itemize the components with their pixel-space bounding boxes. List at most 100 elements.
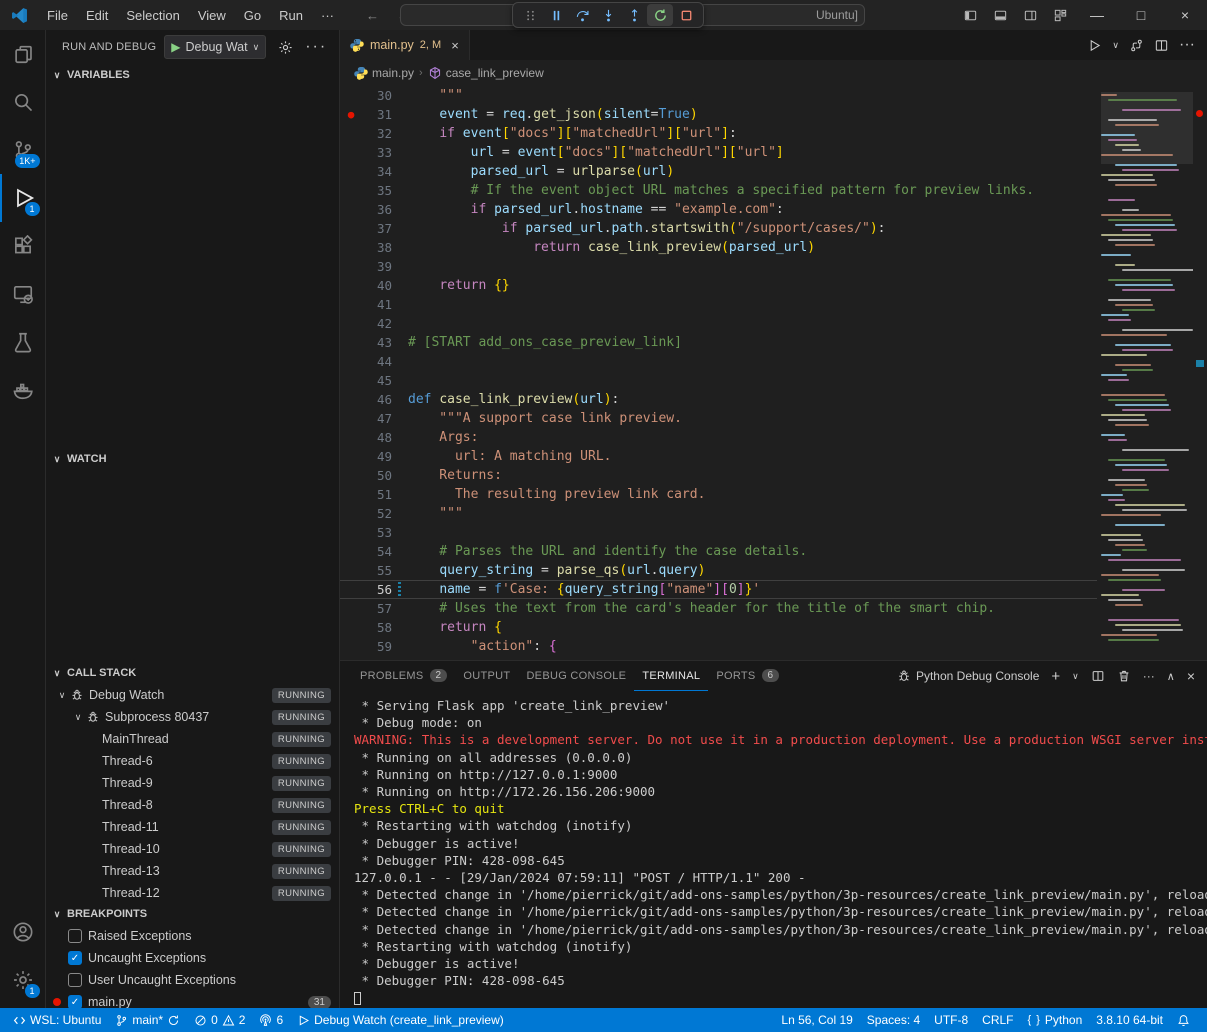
watch-header[interactable]: ∨WATCH: [46, 448, 339, 470]
call-stack-row[interactable]: ∨ Subprocess 80437 RUNNING: [46, 706, 339, 728]
status-forwarded-ports[interactable]: 6: [252, 1008, 290, 1032]
menu-go[interactable]: Go: [235, 8, 270, 23]
panel-tab-problems[interactable]: PROBLEMS 2: [352, 661, 455, 691]
breakpoint-checkbox[interactable]: ✓: [68, 995, 82, 1008]
status-encoding[interactable]: UTF-8: [927, 1008, 975, 1032]
status-python-version[interactable]: 3.8.10 64-bit: [1089, 1008, 1170, 1032]
activity-settings[interactable]: 1: [0, 956, 46, 1004]
menu-view[interactable]: View: [189, 8, 235, 23]
code-line-53[interactable]: 53: [340, 523, 1097, 542]
more-actions-icon[interactable]: ···: [305, 38, 327, 56]
code-line-55[interactable]: 55 query_string = parse_qs(url.query): [340, 561, 1097, 580]
activity-testing[interactable]: [0, 318, 46, 366]
terminal-instance[interactable]: Python Debug Console: [897, 669, 1039, 683]
code-line-56[interactable]: 56 name = f'Case: {query_string["name"][…: [340, 580, 1097, 599]
toggle-panel-icon[interactable]: [985, 0, 1015, 30]
panel-tab-terminal[interactable]: TERMINAL: [634, 661, 708, 691]
breadcrumb-item[interactable]: main.py: [354, 66, 414, 80]
call-stack-row[interactable]: Thread-6 RUNNING: [46, 750, 339, 772]
tab-main-py[interactable]: main.py 2, M ×: [340, 30, 470, 60]
status-notifications[interactable]: [1170, 1008, 1201, 1032]
terminal-output[interactable]: * Serving Flask app 'create_link_preview…: [340, 691, 1207, 1008]
call-stack-row[interactable]: Thread-11 RUNNING: [46, 816, 339, 838]
toggle-secondary-sidebar-icon[interactable]: [1015, 0, 1045, 30]
toggle-primary-sidebar-icon[interactable]: [955, 0, 985, 30]
menu-file[interactable]: File: [38, 8, 77, 23]
code-line-30[interactable]: 30 """: [340, 86, 1097, 105]
start-debug-icon[interactable]: ▶: [171, 40, 180, 54]
variables-header[interactable]: ∨VARIABLES: [46, 64, 339, 86]
launch-config-dropdown[interactable]: ▶ Debug Wat ∨: [164, 35, 266, 59]
minimap[interactable]: [1101, 86, 1193, 660]
code-line-52[interactable]: 52 """: [340, 504, 1097, 523]
code-line-50[interactable]: 50 Returns:: [340, 466, 1097, 485]
maximize-panel-icon[interactable]: ∧: [1167, 670, 1175, 683]
stop-button[interactable]: [673, 4, 699, 26]
activity-search[interactable]: [0, 78, 46, 126]
menu-selection[interactable]: Selection: [117, 8, 188, 23]
code-line-59[interactable]: 59 "action": {: [340, 637, 1097, 656]
editor-more-actions-icon[interactable]: ···: [1179, 36, 1195, 54]
activity-source-control[interactable]: 1K+: [0, 126, 46, 174]
activity-docker[interactable]: [0, 366, 46, 414]
run-python-file-icon[interactable]: [1087, 38, 1102, 53]
status-indentation[interactable]: Spaces: 4: [860, 1008, 927, 1032]
call-stack-header[interactable]: ∨CALL STACK: [46, 662, 339, 684]
code-line-33[interactable]: 33 url = event["docs"]["matchedUrl"]["ur…: [340, 143, 1097, 162]
open-changes-icon[interactable]: [1129, 38, 1144, 53]
code-line-44[interactable]: 44: [340, 352, 1097, 371]
activity-remote-explorer[interactable]: [0, 270, 46, 318]
menu-more[interactable]: ···: [312, 8, 343, 23]
breakpoint-row[interactable]: ✓ main.py 31: [46, 991, 339, 1008]
new-terminal-icon[interactable]: +: [1051, 668, 1060, 685]
panel-tab-output[interactable]: OUTPUT: [455, 661, 518, 691]
menu-run[interactable]: Run: [270, 8, 312, 23]
close-panel-icon[interactable]: ×: [1187, 668, 1195, 684]
nav-back-button[interactable]: ←: [357, 8, 388, 23]
code-line-42[interactable]: 42: [340, 314, 1097, 333]
status-language-mode[interactable]: { }Python: [1021, 1008, 1090, 1032]
status-remote-host[interactable]: WSL: Ubuntu: [6, 1008, 108, 1032]
call-stack-row[interactable]: ∨ Debug Watch RUNNING: [46, 684, 339, 706]
activity-extensions[interactable]: [0, 222, 46, 270]
code-line-58[interactable]: 58 return {: [340, 618, 1097, 637]
panel-tab-ports[interactable]: PORTS 6: [708, 661, 787, 691]
status-cursor-position[interactable]: Ln 56, Col 19: [774, 1008, 859, 1032]
code-line-36[interactable]: 36 if parsed_url.hostname == "example.co…: [340, 200, 1097, 219]
code-line-39[interactable]: 39: [340, 257, 1097, 276]
code-line-31[interactable]: ● 31 event = req.get_json(silent=True): [340, 105, 1097, 124]
menu-edit[interactable]: Edit: [77, 8, 117, 23]
breakpoint-checkbox[interactable]: [68, 929, 82, 943]
breadcrumb-item[interactable]: case_link_preview: [428, 66, 544, 80]
code-line-46[interactable]: 46 def case_link_preview(url):: [340, 390, 1097, 409]
step-into-button[interactable]: [595, 4, 621, 26]
maximize-button[interactable]: □: [1119, 0, 1163, 30]
code-line-40[interactable]: 40 return {}: [340, 276, 1097, 295]
status-git-branch[interactable]: main*: [108, 1008, 187, 1032]
code-line-32[interactable]: 32 if event["docs"]["matchedUrl"]["url"]…: [340, 124, 1097, 143]
kill-terminal-icon[interactable]: [1117, 669, 1131, 683]
breakpoint-checkbox[interactable]: ✓: [68, 951, 82, 965]
breakpoints-header[interactable]: ∨BREAKPOINTS: [46, 903, 339, 925]
split-editor-icon[interactable]: [1154, 38, 1169, 53]
breakpoint-dot-icon[interactable]: ●: [340, 108, 362, 121]
launch-profile-icon[interactable]: ∨: [1072, 671, 1079, 682]
customize-layout-icon[interactable]: [1045, 0, 1075, 30]
code-line-43[interactable]: 43 # [START add_ons_case_preview_link]: [340, 333, 1097, 352]
code-line-45[interactable]: 45: [340, 371, 1097, 390]
code-line-47[interactable]: 47 """A support case link preview.: [340, 409, 1097, 428]
activity-explorer[interactable]: [0, 30, 46, 78]
close-tab-icon[interactable]: ×: [451, 38, 459, 53]
call-stack-row[interactable]: Thread-8 RUNNING: [46, 794, 339, 816]
code-line-41[interactable]: 41: [340, 295, 1097, 314]
restart-button[interactable]: [647, 4, 673, 26]
code-line-54[interactable]: 54 # Parses the URL and identify the cas…: [340, 542, 1097, 561]
call-stack-row[interactable]: Thread-9 RUNNING: [46, 772, 339, 794]
split-terminal-icon[interactable]: [1091, 669, 1105, 683]
more-actions-icon[interactable]: ···: [1143, 669, 1155, 683]
status-eol[interactable]: CRLF: [975, 1008, 1020, 1032]
status-problems[interactable]: 0 2: [187, 1008, 252, 1032]
panel-tab-debug-console[interactable]: DEBUG CONSOLE: [518, 661, 634, 691]
activity-run-and-debug[interactable]: 1: [0, 174, 46, 222]
close-button[interactable]: ×: [1163, 0, 1207, 30]
